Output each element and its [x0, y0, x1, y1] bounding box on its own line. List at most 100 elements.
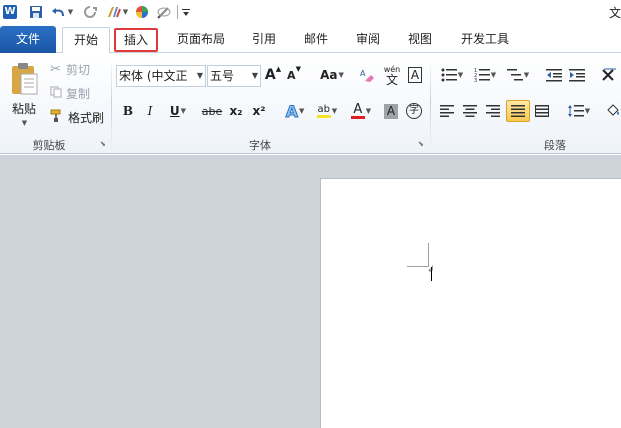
separator-bar — [176, 3, 178, 21]
chinese-layout-button[interactable] — [598, 65, 621, 85]
document-page[interactable]: ↲ — [320, 178, 621, 428]
scissors-icon: ✂ — [50, 61, 61, 77]
ribbon-panel: 粘贴 ▼ ✂ 剪切 复制 格式刷 剪贴板 ⬊ 宋体 (中文正 ▼ 五号 ▼ A ▲… — [0, 53, 621, 154]
align-left-button[interactable] — [437, 101, 457, 121]
align-center-button[interactable] — [460, 101, 480, 121]
phonetic-guide-button[interactable]: wén 文 — [380, 63, 404, 87]
paragraph-group-label: 段落 — [544, 139, 566, 152]
cut-label: 剪切 — [66, 62, 91, 77]
font-color-button[interactable]: A ▼ — [346, 101, 376, 121]
tab-review[interactable]: 审阅 — [348, 27, 388, 53]
group-separator — [111, 57, 112, 151]
margin-mark-vertical — [428, 243, 429, 266]
superscript-button[interactable]: x² — [249, 101, 269, 121]
font-size-dropdown-icon[interactable]: ▼ — [252, 66, 258, 86]
tab-home[interactable]: 开始 — [62, 27, 110, 54]
word-logo: W — [3, 5, 17, 19]
clipboard-launcher-icon[interactable]: ⬊ — [100, 140, 108, 148]
clear-format-button[interactable]: A — [357, 65, 377, 85]
increase-indent-button[interactable] — [567, 65, 587, 85]
subscript-button[interactable]: x₂ — [226, 101, 246, 121]
bold-button[interactable]: B — [119, 101, 137, 121]
strikethrough-button[interactable]: abe — [200, 101, 224, 121]
svg-text:3: 3 — [474, 78, 477, 82]
highlight-icon: ab — [316, 104, 331, 118]
chinese-layout-icon — [601, 68, 616, 81]
align-right-icon — [486, 105, 500, 117]
underline-button[interactable]: U ▼ — [164, 101, 192, 121]
shrink-font-button[interactable]: A ▼ — [285, 65, 303, 85]
bullets-button[interactable]: ▼ — [437, 65, 467, 85]
font-name-dropdown-icon[interactable]: ▼ — [197, 66, 203, 86]
format-painter-button[interactable]: 格式刷 — [50, 107, 108, 127]
tab-references[interactable]: 引用 — [244, 27, 284, 53]
document-canvas[interactable]: ↲ ③ 经验分享 — [0, 155, 621, 428]
distributed-button[interactable] — [532, 101, 552, 121]
window-title: 文 — [608, 6, 621, 20]
font-color-letter: A — [353, 101, 363, 117]
superscript-icon: x² — [252, 104, 266, 118]
numbering-icon: 123 — [474, 68, 490, 82]
paragraph-shading-button[interactable] — [604, 101, 621, 121]
character-shading-button[interactable]: A — [382, 101, 400, 121]
tab-view[interactable]: 视图 — [400, 27, 440, 53]
grow-font-button[interactable]: A ▲ — [264, 65, 282, 85]
font-name-combo[interactable]: 宋体 (中文正 ▼ — [116, 65, 206, 87]
font-size-combo[interactable]: 五号 ▼ — [207, 65, 261, 87]
undo-icon[interactable]: ▼ — [50, 3, 74, 21]
multilevel-list-button[interactable]: ▼ — [503, 65, 533, 85]
format-painter-label: 格式刷 — [68, 110, 105, 125]
tab-developer[interactable]: 开发工具 — [452, 27, 518, 53]
line-spacing-button[interactable]: ▼ — [564, 101, 594, 121]
change-case-button[interactable]: Aa ▼ — [318, 65, 346, 85]
customize-icon[interactable] — [181, 3, 191, 21]
redo-icon[interactable] — [82, 3, 98, 21]
numbering-button[interactable]: 1 2 3 ▼ — [470, 65, 500, 85]
distributed-icon — [535, 105, 549, 117]
pen-icon[interactable] — [156, 3, 172, 21]
align-right-button[interactable] — [483, 101, 503, 121]
highlight-text: ab — [317, 104, 331, 115]
phonetic-char: 文 — [385, 73, 398, 87]
tab-insert[interactable]: 插入 — [114, 28, 158, 52]
underline-icon: U — [169, 104, 180, 118]
bullets-icon — [441, 68, 457, 82]
character-border-button[interactable]: A — [406, 65, 424, 85]
margin-mark-horizontal — [407, 266, 429, 267]
group-separator — [430, 57, 431, 151]
highlight-button[interactable]: ab ▼ — [312, 101, 342, 121]
brush-icon — [50, 109, 68, 126]
enclose-characters-button[interactable]: 字 — [404, 101, 424, 121]
increase-indent-icon — [569, 69, 585, 82]
word-app-icon[interactable]: W — [2, 3, 18, 21]
paste-dropdown-icon[interactable]: ▼ — [22, 119, 27, 127]
color-wheel-icon[interactable] — [134, 3, 150, 21]
italic-icon: I — [147, 104, 153, 118]
change-case-icon: Aa — [320, 68, 338, 82]
font-color-icon: A — [350, 101, 365, 119]
italic-button[interactable]: I — [141, 101, 159, 121]
line-spacing-icon — [567, 105, 584, 117]
grow-font-icon: A — [264, 67, 276, 83]
paste-button[interactable]: 粘贴 ▼ — [4, 57, 44, 131]
shrink-font-icon: A — [287, 68, 296, 82]
cut-button[interactable]: ✂ 剪切 — [50, 59, 98, 79]
save-icon[interactable] — [28, 3, 44, 21]
tab-file[interactable]: 文件 — [0, 26, 56, 53]
format-painter-icon[interactable]: ▼ — [104, 3, 130, 21]
watermark: ③ 经验分享 — [521, 375, 595, 390]
copy-button[interactable]: 复制 — [50, 83, 98, 103]
justify-button[interactable] — [506, 100, 530, 122]
font-launcher-icon[interactable]: ⬊ — [418, 140, 426, 148]
text-effects-button[interactable]: A ▼ — [280, 101, 310, 121]
tab-mailings[interactable]: 邮件 — [296, 27, 336, 53]
title-bar: W ▼ ▼ 文 — [0, 0, 621, 24]
highlight-color-bar — [316, 115, 331, 118]
tab-page-layout[interactable]: 页面布局 — [170, 27, 232, 53]
copy-label: 复制 — [66, 86, 91, 101]
svg-text:A: A — [360, 69, 366, 78]
decrease-indent-button[interactable] — [544, 65, 564, 85]
strikethrough-icon: abe — [201, 104, 223, 118]
ribbon-tabs: 文件 开始 插入 页面布局 引用 邮件 审阅 视图 开发工具 — [0, 24, 621, 54]
character-shading-icon: A — [383, 103, 399, 119]
